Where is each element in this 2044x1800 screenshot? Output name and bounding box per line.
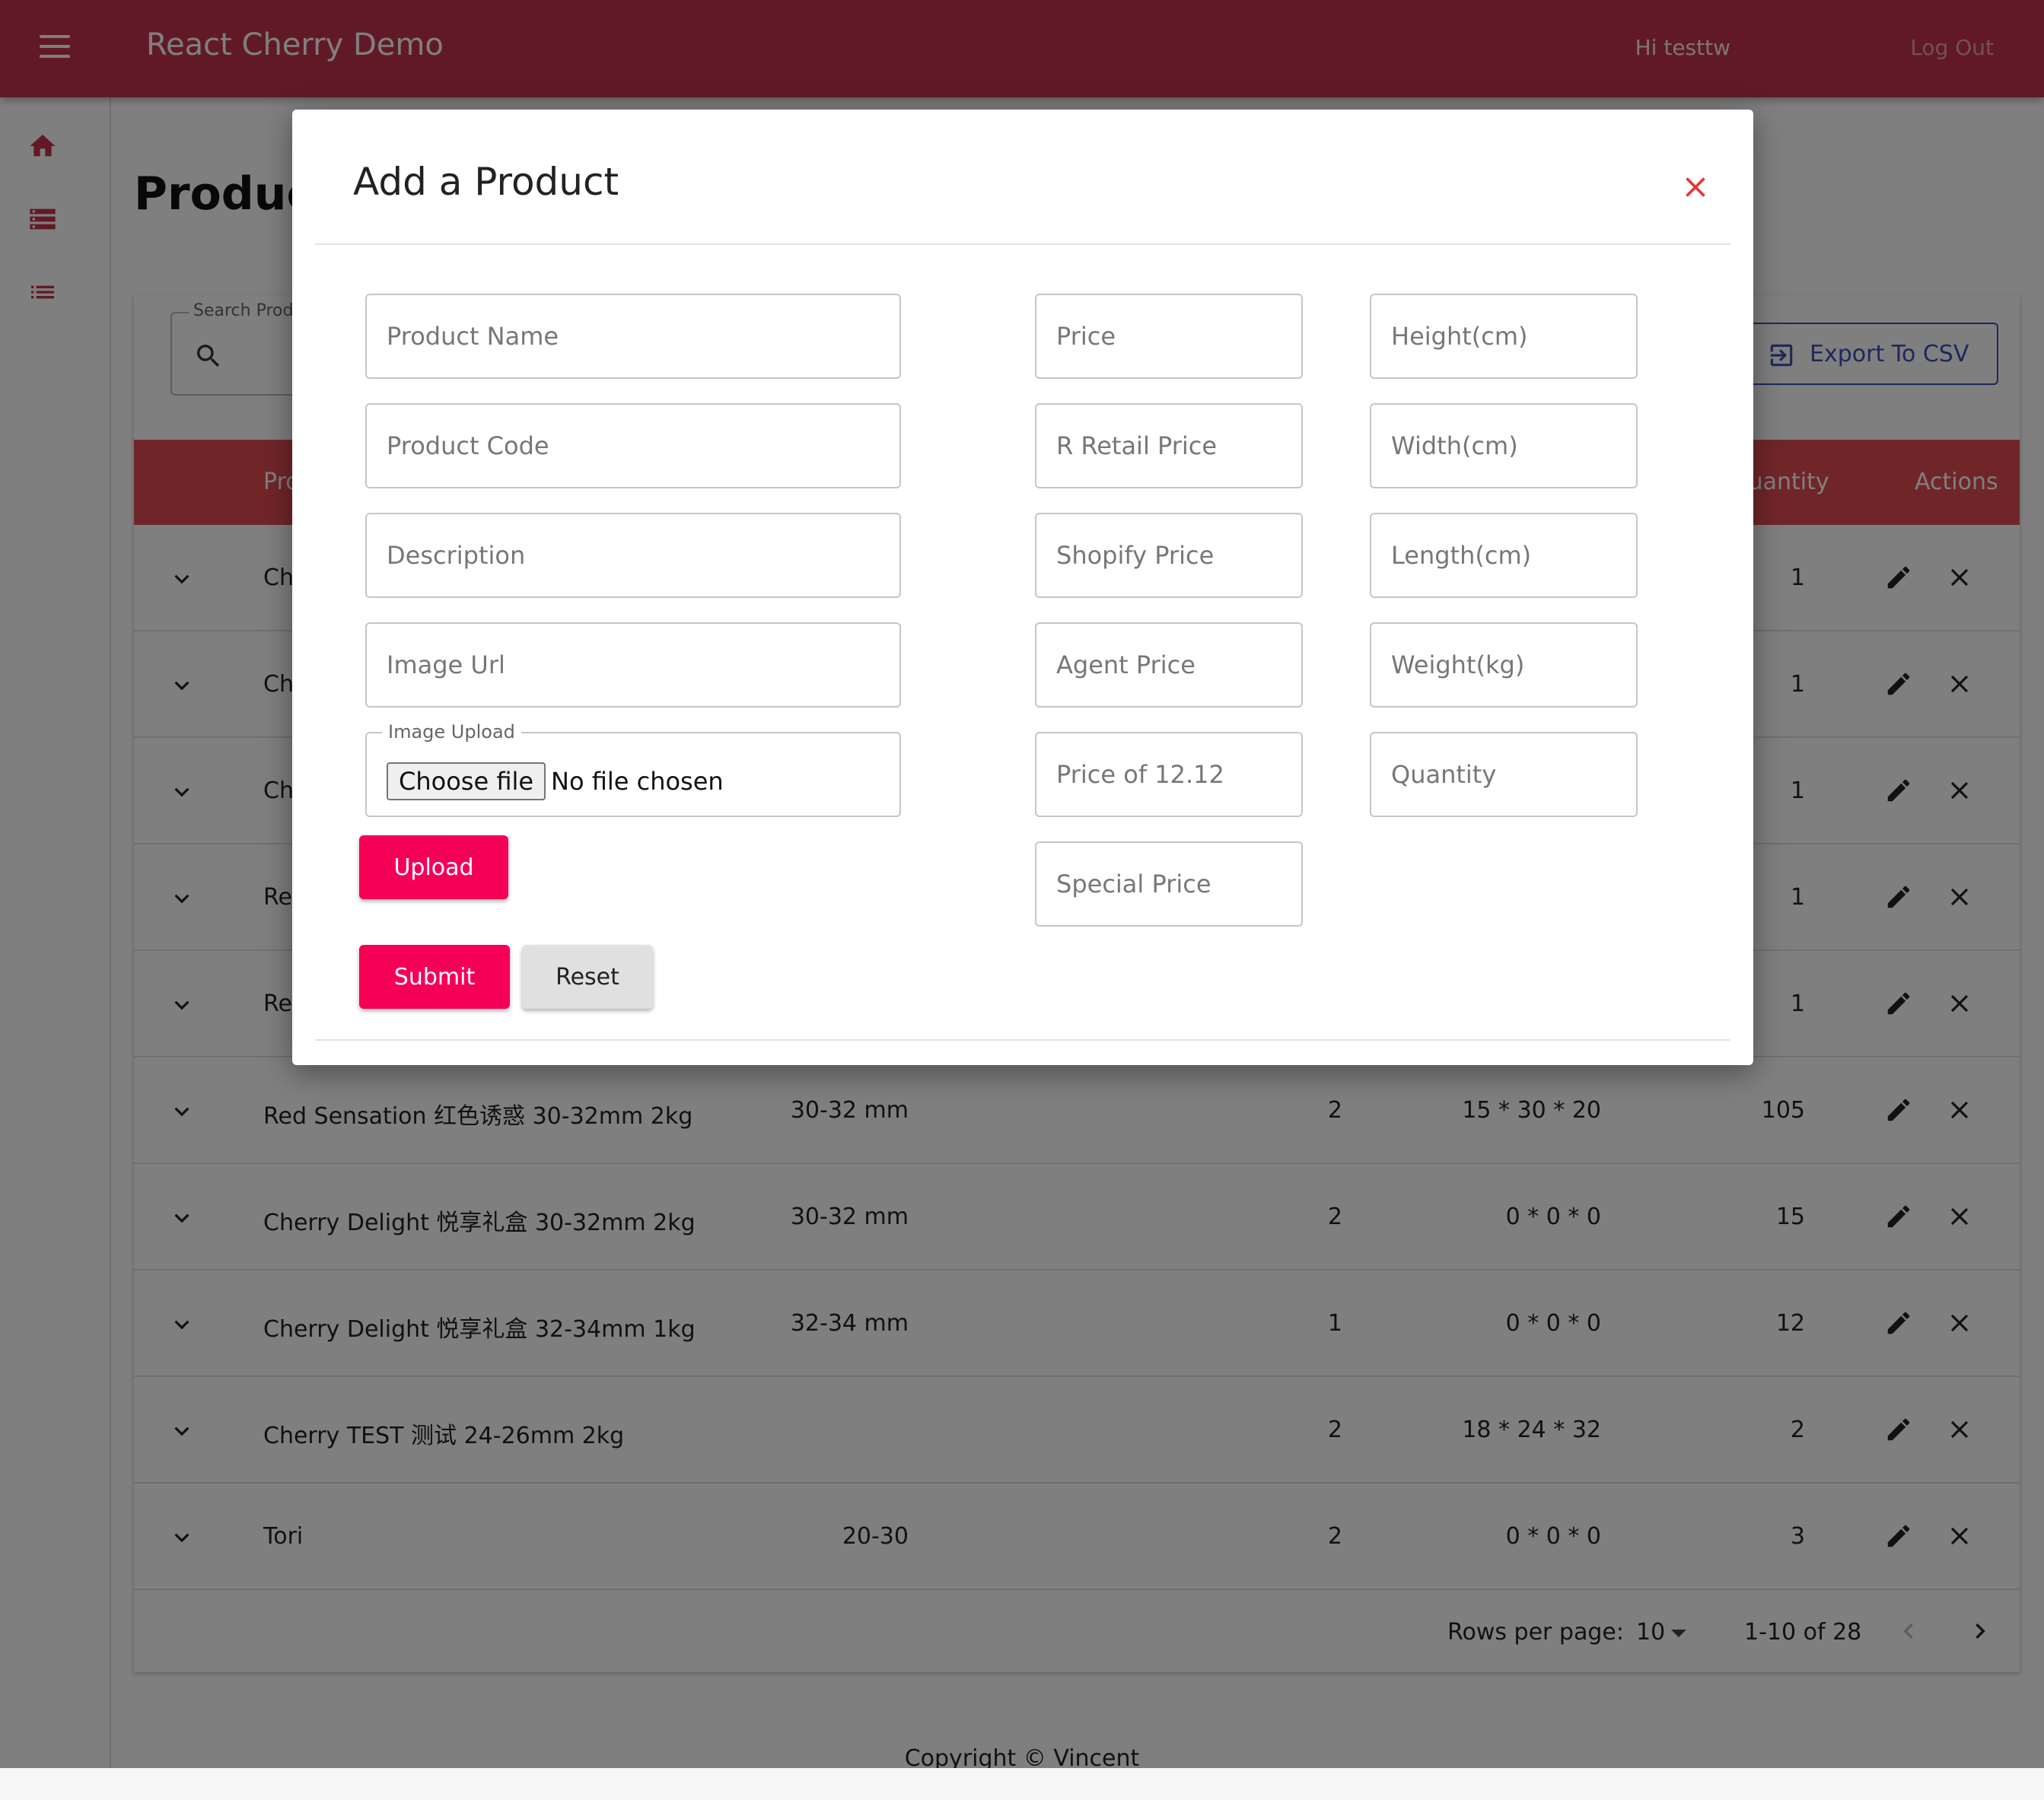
file-status: No file chosen	[551, 767, 724, 796]
add-product-dialog: Add a Product Image Upload Choose file N…	[292, 110, 1753, 1065]
image-url-input[interactable]	[367, 624, 899, 706]
submit-button[interactable]: Submit	[359, 945, 510, 1009]
shopify-price-field[interactable]	[1035, 513, 1303, 598]
product-name-input[interactable]	[367, 295, 899, 377]
close-icon[interactable]	[1679, 170, 1712, 204]
length-input[interactable]	[1371, 514, 1636, 596]
weight-input[interactable]	[1371, 624, 1636, 706]
r-retail-price-field[interactable]	[1035, 403, 1303, 488]
image-url-field[interactable]	[365, 622, 901, 708]
product-code-input[interactable]	[367, 405, 899, 487]
price-12-12-input[interactable]	[1036, 733, 1301, 816]
description-input[interactable]	[367, 514, 899, 596]
price-12-12-field[interactable]	[1035, 732, 1303, 817]
special-price-field[interactable]	[1035, 841, 1303, 927]
footer-strip	[0, 1768, 2044, 1800]
width-input[interactable]	[1371, 405, 1636, 487]
image-upload-field: Image Upload Choose file No file chosen	[365, 721, 901, 817]
choose-file-button[interactable]: Choose file	[387, 762, 546, 800]
shopify-price-input[interactable]	[1036, 514, 1301, 596]
r-retail-price-input[interactable]	[1036, 405, 1301, 487]
description-field[interactable]	[365, 513, 901, 598]
quantity-input[interactable]	[1371, 733, 1636, 816]
upload-button[interactable]: Upload	[359, 835, 508, 899]
dialog-divider	[315, 243, 1730, 245]
price-field[interactable]	[1035, 294, 1303, 379]
dialog-divider-bottom	[315, 1039, 1730, 1041]
weight-field[interactable]	[1370, 622, 1638, 708]
agent-price-field[interactable]	[1035, 622, 1303, 708]
width-field[interactable]	[1370, 403, 1638, 488]
image-upload-label: Image Upload	[382, 721, 521, 743]
dialog-title: Add a Product	[353, 160, 619, 204]
height-input[interactable]	[1371, 295, 1636, 377]
price-input[interactable]	[1036, 295, 1301, 377]
reset-button[interactable]: Reset	[522, 945, 653, 1009]
product-code-field[interactable]	[365, 403, 901, 488]
agent-price-input[interactable]	[1036, 624, 1301, 706]
special-price-input[interactable]	[1036, 843, 1301, 925]
product-name-field[interactable]	[365, 294, 901, 379]
quantity-field[interactable]	[1370, 732, 1638, 817]
length-field[interactable]	[1370, 513, 1638, 598]
height-field[interactable]	[1370, 294, 1638, 379]
